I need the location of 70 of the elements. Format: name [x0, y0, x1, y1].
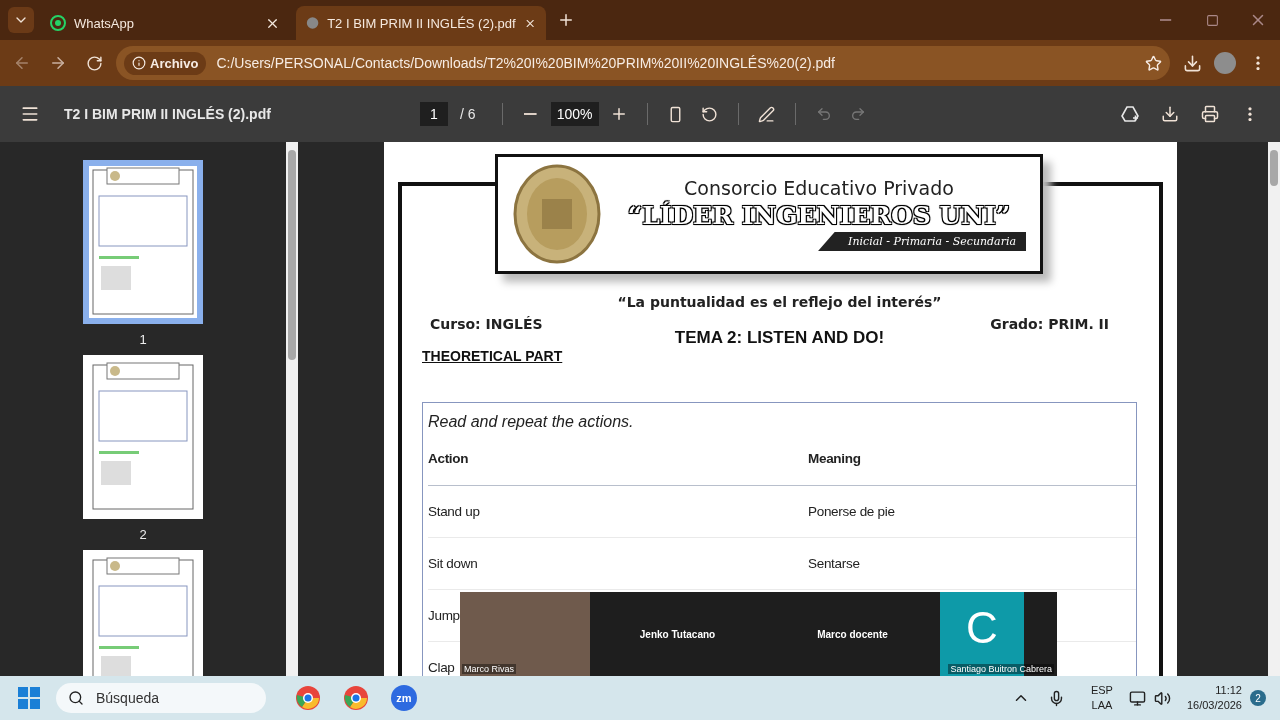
maximize-icon — [1205, 13, 1219, 27]
minimize-icon — [1160, 19, 1172, 21]
rotate-icon — [701, 105, 719, 123]
printer-icon — [1201, 105, 1219, 123]
page-thumbnail[interactable] — [83, 160, 203, 324]
table-cell: Clap — [428, 660, 455, 675]
profile-avatar[interactable] — [1214, 52, 1236, 74]
download-icon — [1182, 53, 1202, 73]
page-number: 1 — [139, 332, 147, 347]
zoom-app-button[interactable]: zm — [384, 678, 424, 718]
redo-icon — [849, 106, 866, 122]
windows-start-icon[interactable] — [18, 687, 40, 709]
browser-tab[interactable]: T2 I BIM PRIM II INGLÉS (2).pdf — [296, 6, 546, 40]
language-indicator[interactable]: ESP LAA — [1090, 683, 1113, 713]
table-cell: Sit down — [428, 556, 478, 571]
notification-badge[interactable]: 2 — [1250, 690, 1266, 706]
table-cell: Jump — [428, 608, 460, 623]
topic-title: TEMA 2: LISTEN AND DO! — [674, 328, 885, 348]
table-cell: Sentarse — [808, 556, 860, 571]
scrollbar[interactable] — [1268, 142, 1280, 676]
participant-name: Marco docente — [817, 628, 888, 640]
chip-label: Archivo — [150, 55, 199, 71]
browser-tab[interactable]: WhatsApp — [40, 6, 290, 40]
tab-search-button[interactable] — [8, 7, 34, 33]
instruction-text: Read and repeat the actions. — [428, 413, 635, 431]
table-cell: Stand up — [428, 504, 480, 519]
volume-icon[interactable] — [1153, 689, 1171, 707]
document-title: T2 I BIM PRIM II INGLÉS (2).pdf — [64, 106, 272, 122]
column-header: Action — [428, 451, 469, 466]
school-name: “LÍDER INGENIEROS UNI” — [627, 201, 1011, 230]
reload-icon — [85, 54, 103, 72]
taskbar-search-bar[interactable]: Búsqueda — [56, 683, 266, 713]
bookmark-star-icon[interactable] — [1145, 54, 1162, 72]
minus-icon — [524, 113, 537, 115]
tab-title: T2 I BIM PRIM II INGLÉS (2).pdf — [327, 15, 516, 31]
url-text: C:/Users/PERSONAL/Contacts/Downloads/T2%20I%20BIM%20PRIM%20II%20INGLÉS%20(2).pdf — [216, 55, 836, 71]
motto-text: “La puntualidad es el reflejo del interés” — [617, 294, 942, 310]
search-input[interactable]: Búsqueda — [94, 689, 248, 707]
plus-icon — [557, 11, 575, 29]
table-cell: Ponerse de pie — [808, 504, 895, 519]
menu-icon — [20, 104, 40, 124]
grade-label: Grado: PRIM. II — [990, 316, 1109, 332]
drive-add-icon — [1121, 105, 1139, 123]
column-header: Meaning — [808, 451, 861, 466]
scrollbar[interactable] — [286, 142, 298, 676]
tab-title: WhatsApp — [74, 15, 135, 31]
undo-icon — [815, 106, 832, 122]
page-number-field[interactable]: 1 — [420, 102, 448, 126]
more-vertical-icon — [1256, 55, 1260, 71]
download-icon — [1161, 105, 1179, 123]
pen-icon — [758, 105, 776, 123]
search-icon — [68, 690, 84, 706]
arrow-right-icon — [49, 54, 67, 72]
more-vertical-icon — [1248, 106, 1252, 122]
avatar-initial: C — [966, 603, 998, 653]
participant-name: Santiago Buitron Cabrera — [948, 664, 1054, 674]
page-number: 2 — [139, 527, 147, 542]
page-thumbnail[interactable] — [83, 355, 203, 519]
clock[interactable]: 11:12 16/03/2026 — [1186, 683, 1242, 713]
zoom-field[interactable]: 100% — [550, 102, 599, 126]
participant-name: Jenko Tutacano — [639, 628, 716, 640]
site-info-chip[interactable]: Archivo — [124, 51, 207, 75]
organization-name: Consorcio Educativo Privado — [684, 177, 954, 199]
levels-banner: Inicial - Primaria - Secundaria — [818, 232, 1026, 251]
info-icon — [132, 56, 146, 70]
page-count: / 6 — [460, 106, 476, 122]
section-heading: THEORETICAL PART — [422, 348, 563, 364]
participant-name: Marco Rivas — [462, 664, 516, 674]
address-bar[interactable]: Archivo C:/Users/PERSONAL/Contacts/Downloads/T2%20I%20BIM%20PRIM%20II%20INGLÉS%20(2).pdf — [116, 46, 1170, 80]
course-label: Curso: INGLÉS — [430, 316, 543, 332]
